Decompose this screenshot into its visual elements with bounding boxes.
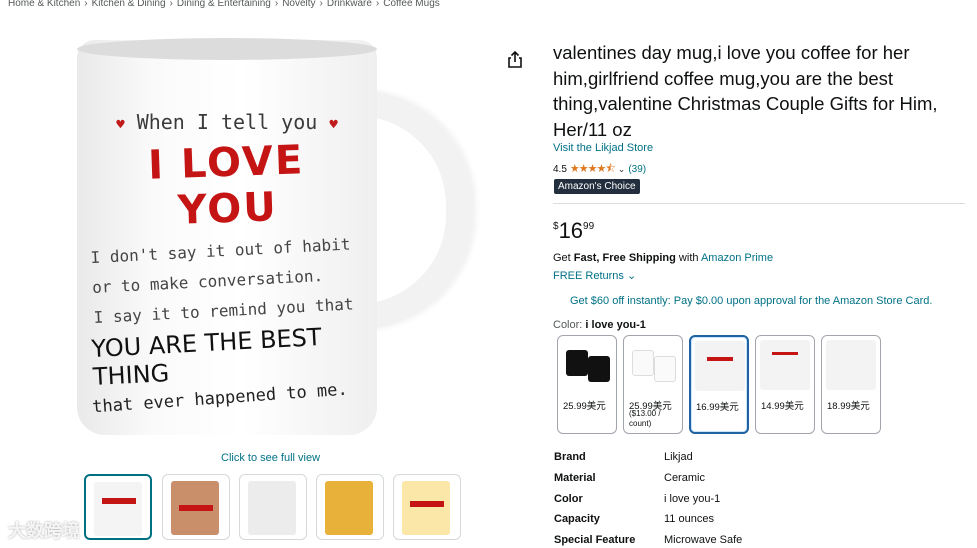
variant-price: 14.99美元 bbox=[761, 401, 804, 412]
product-title: valentines day mug,i love you coffee for… bbox=[553, 42, 938, 140]
breadcrumb-link[interactable]: Home & Kitchen bbox=[8, 0, 80, 9]
rating-count-link[interactable]: (39) bbox=[628, 164, 646, 175]
breadcrumb-link[interactable]: Kitchen & Dining bbox=[92, 0, 166, 9]
thumbnail-2[interactable] bbox=[162, 474, 230, 540]
thumbnail-red-text bbox=[179, 505, 213, 511]
spec-key: Color bbox=[554, 493, 583, 505]
divider bbox=[553, 203, 965, 204]
heart-icon: ♥ bbox=[329, 117, 338, 133]
breadcrumb: Home & Kitchen › Kitchen & Dining › Dining &… bbox=[8, 0, 440, 9]
breadcrumb-link[interactable]: Dining & Entertaining bbox=[177, 0, 271, 9]
breadcrumb-link[interactable]: Novelty bbox=[282, 0, 315, 9]
thumbnail-red-text bbox=[102, 498, 136, 504]
breadcrumb-link[interactable]: Drinkware bbox=[327, 0, 372, 9]
variant-image bbox=[826, 340, 876, 390]
color-label: Color: i love you-1 bbox=[553, 319, 646, 331]
thumbnail-image bbox=[94, 482, 142, 536]
thumbnail-3[interactable] bbox=[239, 474, 307, 540]
heart-icon: ♥ bbox=[116, 117, 125, 133]
star-rating-icon[interactable]: ★★★★⯪ bbox=[570, 160, 616, 179]
price: $1699 bbox=[553, 218, 594, 244]
variant-image bbox=[628, 340, 678, 390]
prime-link[interactable]: Amazon Prime bbox=[701, 252, 773, 264]
color-label-prefix: Color: bbox=[553, 319, 586, 331]
variant-price: 25.99美元 bbox=[563, 401, 606, 412]
color-variant-5[interactable]: 18.99美元 bbox=[821, 335, 881, 434]
breadcrumb-separator: › bbox=[169, 0, 173, 9]
spec-key: Capacity bbox=[554, 513, 600, 525]
breadcrumb-link[interactable]: Coffee Mugs bbox=[383, 0, 440, 9]
variant-price: 16.99美元 bbox=[696, 402, 739, 413]
mug-rim bbox=[77, 38, 377, 60]
breadcrumb-separator: › bbox=[375, 0, 380, 9]
color-variant-1[interactable]: 25.99美元 bbox=[557, 335, 617, 434]
black-mug-shape bbox=[566, 350, 588, 376]
thumbnail-image bbox=[248, 481, 296, 535]
shipping-mid: with bbox=[675, 252, 701, 264]
free-returns-label: FREE Returns bbox=[553, 270, 624, 282]
color-variant-3[interactable]: 16.99美元 bbox=[689, 335, 749, 434]
variant-image bbox=[760, 340, 810, 390]
color-variant-4[interactable]: 14.99美元 bbox=[755, 335, 815, 434]
variant-red-text bbox=[772, 352, 798, 355]
rating-value: 4.5 bbox=[553, 164, 567, 175]
mug-printed-text: ♥ When I tell you ♥ I LOVE YOU I don't s… bbox=[90, 110, 364, 417]
mug-line-intro: ♥ When I tell you ♥ bbox=[92, 110, 362, 134]
spec-value: Ceramic bbox=[664, 472, 705, 484]
spec-value: Likjad bbox=[664, 451, 693, 463]
price-currency: $ bbox=[553, 221, 559, 232]
amazons-choice-badge: Amazon's Choice bbox=[554, 179, 640, 194]
spec-key: Special Feature bbox=[554, 534, 636, 546]
thumbnail-1[interactable] bbox=[84, 474, 152, 540]
spec-value: Microwave Safe bbox=[664, 534, 743, 546]
shipping-bold: Fast, Free Shipping bbox=[573, 252, 676, 264]
breadcrumb-separator: › bbox=[319, 0, 323, 9]
shipping-info: Get Fast, Free Shipping with Amazon Prim… bbox=[553, 252, 773, 264]
variant-red-text bbox=[707, 357, 733, 361]
color-selected-value: i love you-1 bbox=[585, 319, 646, 331]
free-returns-link[interactable]: FREE Returns ⌄ bbox=[553, 269, 636, 282]
variant-image bbox=[695, 341, 745, 391]
spec-value: i love you-1 bbox=[664, 493, 721, 505]
white-mug-shape bbox=[654, 356, 676, 382]
mug-intro-text: When I tell you bbox=[136, 110, 318, 134]
breadcrumb-separator: › bbox=[84, 0, 88, 9]
full-view-link[interactable]: Click to see full view bbox=[221, 452, 320, 464]
variant-image bbox=[562, 340, 612, 390]
chevron-down-icon: ⌄ bbox=[626, 270, 637, 282]
watermark: 大数跨境 bbox=[8, 521, 80, 541]
store-card-promo-link[interactable]: Get $60 off instantly: Pay $0.00 upon ap… bbox=[570, 295, 932, 307]
thumbnail-image bbox=[325, 481, 373, 535]
thumbnail-5[interactable] bbox=[393, 474, 461, 540]
breadcrumb-separator: › bbox=[274, 0, 279, 9]
store-link[interactable]: Visit the Likjad Store bbox=[553, 142, 653, 154]
price-whole: 16 bbox=[558, 218, 584, 243]
spec-value: 11 ounces bbox=[664, 513, 714, 525]
thumbnail-red-text bbox=[410, 501, 444, 507]
chevron-down-icon[interactable]: ⌄ bbox=[618, 164, 626, 175]
shipping-prefix: Get bbox=[553, 252, 574, 264]
color-variant-2[interactable]: 25.99美元 ($13.00 / count) bbox=[623, 335, 683, 434]
price-fraction: 99 bbox=[583, 221, 595, 232]
spec-key: Brand bbox=[554, 451, 586, 463]
mug-body-lines: I don't say it out of habit or to make c… bbox=[90, 229, 364, 333]
main-product-image[interactable]: ♥ When I tell you ♥ I LOVE YOU I don't s… bbox=[72, 30, 472, 445]
share-icon[interactable] bbox=[505, 50, 525, 70]
thumbnail-4[interactable] bbox=[316, 474, 384, 540]
variant-price: 18.99美元 bbox=[827, 401, 870, 412]
thumbnail-image bbox=[402, 481, 450, 535]
white-mug-shape bbox=[632, 350, 654, 376]
black-mug-shape bbox=[588, 356, 610, 382]
variant-unit-price: ($13.00 / count) bbox=[629, 409, 661, 428]
mug-love-text: I LOVE YOU bbox=[147, 137, 305, 234]
rating-summary: 4.5 ★★★★⯪ ⌄ (39) bbox=[553, 160, 646, 179]
spec-key: Material bbox=[554, 472, 596, 484]
